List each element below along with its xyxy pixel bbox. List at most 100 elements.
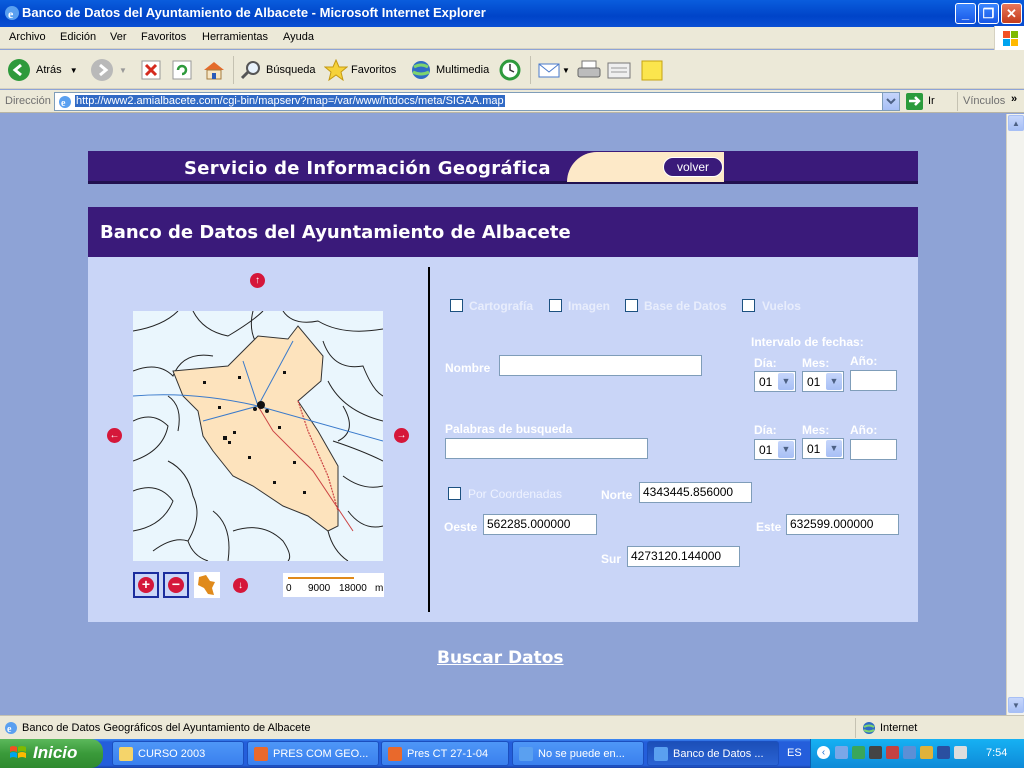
language-indicator[interactable]: ES (787, 747, 802, 759)
menu-edicion[interactable]: Edición (60, 31, 96, 43)
menu-favoritos[interactable]: Favoritos (141, 31, 186, 43)
mail-button[interactable]: ▼ (537, 57, 570, 83)
base-datos-checkbox[interactable] (625, 299, 638, 312)
close-button[interactable]: ✕ (1001, 3, 1022, 24)
refresh-icon (172, 60, 192, 80)
zoom-in-icon: + (138, 577, 154, 593)
history-button[interactable] (498, 57, 522, 83)
address-dropdown-icon[interactable] (882, 93, 899, 110)
sur-input[interactable]: 4273120.144000 (627, 546, 740, 567)
task-label: No se puede en... (538, 748, 625, 760)
address-bar: Dirección e http://www2.amialbacete.com/… (0, 90, 1024, 113)
nombre-input[interactable] (499, 355, 702, 376)
menu-ayuda[interactable]: Ayuda (283, 31, 314, 43)
go-button[interactable]: Ir (928, 95, 935, 107)
minimize-button[interactable]: _ (955, 3, 976, 24)
dia-label-2: Día: (754, 423, 777, 437)
panel-header: Banco de Datos del Ayuntamiento de Albac… (88, 207, 918, 257)
go-arrow-icon[interactable] (906, 93, 923, 110)
menu-herramientas[interactable]: Herramientas (202, 31, 268, 43)
dia-select-1[interactable]: 01 ▼ (754, 371, 796, 392)
tray-app-icon[interactable] (852, 746, 865, 759)
vuelos-checkbox[interactable] (742, 299, 755, 312)
search-label: Búsqueda (266, 64, 316, 76)
start-button[interactable]: Inicio (0, 739, 103, 768)
maximize-button[interactable]: ❐ (978, 3, 999, 24)
zoom-out-button[interactable]: − (163, 572, 189, 598)
vertical-scrollbar[interactable]: ▲ ▼ (1006, 114, 1024, 715)
task-pres-com-geo[interactable]: PRES COM GEO... (247, 741, 379, 766)
mes-select-1[interactable]: 01 ▼ (802, 371, 844, 392)
mes-select-2[interactable]: 01 ▼ (802, 438, 844, 459)
powerpoint-icon (254, 747, 268, 761)
pan-down-icon[interactable]: ↓ (233, 578, 248, 593)
palabras-input[interactable] (445, 438, 648, 459)
windows-flag-icon (10, 746, 26, 758)
print-button[interactable] (576, 57, 602, 83)
tray-antivirus-icon[interactable] (886, 746, 899, 759)
forward-button[interactable]: ▼ (91, 57, 127, 83)
imagen-checkbox[interactable] (549, 299, 562, 312)
tray-monitor-icon[interactable] (903, 746, 916, 759)
pan-right-icon[interactable]: → (394, 428, 409, 443)
tray-volume-icon[interactable] (954, 746, 967, 759)
status-divider (855, 718, 856, 738)
svg-text:e: e (61, 98, 66, 109)
banner-title: Servicio de Información Geográfica (184, 158, 551, 179)
favorites-button[interactable]: Favoritos (324, 57, 396, 83)
anio-input-1[interactable] (850, 370, 897, 391)
map-view[interactable] (133, 311, 383, 561)
scroll-down-icon[interactable]: ▼ (1008, 697, 1024, 713)
anio-input-2[interactable] (850, 439, 897, 460)
tray-tool-icon[interactable] (920, 746, 933, 759)
ie-task-icon (654, 747, 668, 761)
toolbar-separator (233, 56, 234, 84)
chevron-down-icon: ▼ (778, 441, 794, 458)
search-button[interactable]: Búsqueda (239, 57, 316, 83)
menu-ver[interactable]: Ver (110, 31, 127, 43)
dia-value-2: 01 (759, 443, 773, 457)
address-input[interactable]: e http://www2.amialbacete.com/cgi-bin/ma… (54, 92, 900, 111)
menu-archivo[interactable]: Archivo (9, 31, 46, 43)
tray-expand-icon[interactable]: ‹ (817, 746, 830, 759)
base-datos-label: Base de Datos (644, 299, 727, 313)
overview-map-button[interactable] (194, 572, 220, 598)
tray-battery-icon[interactable] (937, 746, 950, 759)
task-no-se-puede[interactable]: No se puede en... (512, 741, 644, 766)
scale-label-9000: 9000 (308, 583, 331, 594)
scroll-up-icon[interactable]: ▲ (1008, 115, 1024, 131)
messenger-button[interactable] (640, 57, 664, 83)
task-banco-de-datos[interactable]: Banco de Datos ... (647, 741, 779, 766)
zoom-in-button[interactable]: + (133, 572, 159, 598)
forward-arrow-icon (91, 59, 113, 81)
oeste-input[interactable]: 562285.000000 (483, 514, 597, 535)
norte-input[interactable]: 4343445.856000 (639, 482, 752, 503)
back-dropdown-icon[interactable]: ▼ (70, 66, 78, 75)
back-button[interactable]: Atrás ▼ (8, 57, 78, 83)
multimedia-globe-icon (412, 61, 430, 79)
task-pres-ct[interactable]: Pres CT 27-1-04 (381, 741, 509, 766)
volver-button[interactable]: volver (663, 157, 723, 177)
multimedia-button[interactable]: Multimedia (409, 57, 489, 83)
pan-left-icon[interactable]: ← (107, 428, 122, 443)
tray-printer-icon[interactable] (869, 746, 882, 759)
oeste-label: Oeste (444, 520, 478, 534)
links-chevron-icon[interactable]: » (1011, 93, 1017, 105)
buscar-datos-link[interactable]: Buscar Datos (437, 648, 564, 668)
home-button[interactable] (202, 57, 226, 83)
task-curso-2003[interactable]: CURSO 2003 (112, 741, 244, 766)
este-input[interactable]: 632599.000000 (786, 514, 899, 535)
coordenadas-checkbox[interactable] (448, 487, 461, 500)
stop-button[interactable] (140, 57, 162, 83)
cartografia-checkbox[interactable] (450, 299, 463, 312)
dia-select-2[interactable]: 01 ▼ (754, 439, 796, 460)
tray-network-icon[interactable] (835, 746, 848, 759)
pan-up-icon[interactable]: ↑ (250, 273, 265, 288)
edit-button[interactable] (606, 57, 632, 83)
star-icon (324, 59, 348, 81)
scale-label-18000: 18000 (339, 583, 367, 594)
refresh-button[interactable] (171, 57, 193, 83)
mail-dropdown-icon[interactable]: ▼ (562, 66, 570, 75)
links-button[interactable]: Vínculos (963, 95, 1005, 107)
task-label: PRES COM GEO... (273, 748, 369, 760)
